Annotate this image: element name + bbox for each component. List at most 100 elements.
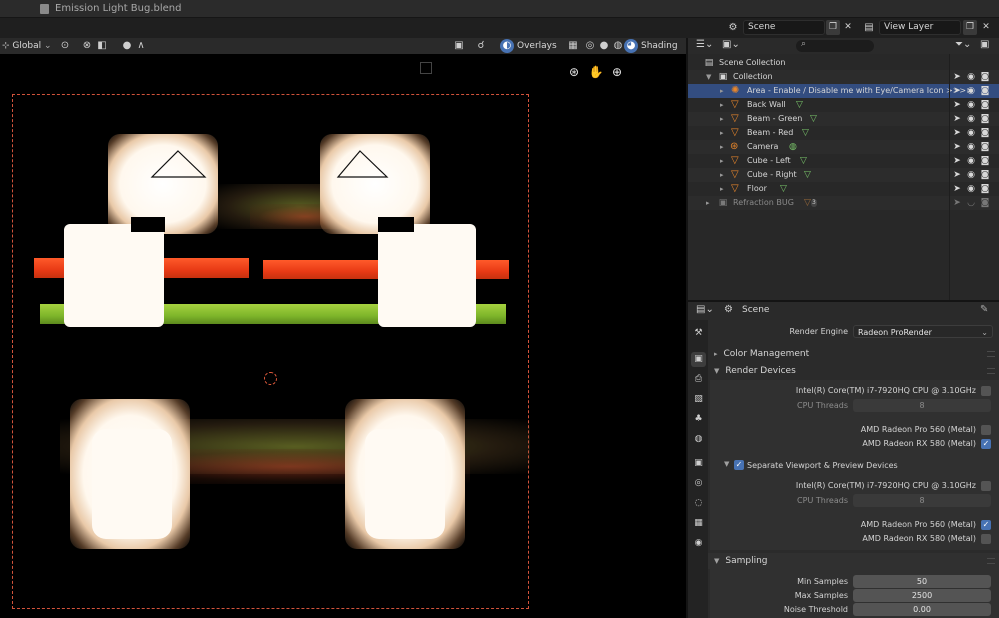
visibility-eye-icon[interactable]: ◉ bbox=[965, 126, 977, 140]
render-camera-icon[interactable]: ◙ bbox=[979, 196, 991, 210]
render-camera-icon[interactable]: ◙ bbox=[979, 168, 991, 182]
mesh-data-icon[interactable]: ▽ bbox=[802, 126, 809, 140]
outliner-item[interactable]: ▸ ✺ Area - Enable / Disable me with Eye/… bbox=[688, 84, 999, 98]
select-toggle-icon[interactable]: ➤ bbox=[951, 84, 963, 98]
render-camera-icon[interactable]: ◙ bbox=[979, 84, 991, 98]
mesh-data-icon[interactable]: ▽ bbox=[800, 154, 807, 168]
view-layer-name-field[interactable]: View Layer bbox=[879, 20, 961, 35]
select-toggle-icon[interactable]: ➤ bbox=[951, 168, 963, 182]
select-toggle-icon[interactable]: ➤ bbox=[951, 70, 963, 84]
cpu-threads-field[interactable]: 8 bbox=[853, 494, 991, 507]
expand-triangle-icon[interactable]: ▸ bbox=[720, 154, 724, 168]
visibility-eye-icon[interactable]: ◉ bbox=[965, 112, 977, 126]
collapse-triangle-icon[interactable]: ▼ bbox=[706, 70, 711, 84]
outliner-search-input[interactable]: ⌕ bbox=[796, 39, 874, 52]
expand-triangle-icon[interactable]: ▸ bbox=[720, 168, 724, 182]
object-type-visibility-icon[interactable]: ▣ bbox=[452, 39, 466, 53]
rendered-shading-icon[interactable]: ◕ bbox=[624, 39, 638, 53]
visibility-eye-icon[interactable]: ◉ bbox=[965, 168, 977, 182]
xray-toggle-icon[interactable]: ▦ bbox=[566, 39, 580, 53]
view-layer-selector-icon[interactable]: ▤ bbox=[862, 21, 876, 34]
visibility-hidden-icon[interactable]: ◡ bbox=[965, 196, 977, 210]
zoom-view-icon[interactable]: ⊕ bbox=[609, 64, 625, 80]
gpu-device-checkbox[interactable]: ✓ bbox=[981, 439, 991, 449]
render-camera-icon[interactable]: ◙ bbox=[979, 182, 991, 196]
render-camera-icon[interactable]: ◙ bbox=[979, 98, 991, 112]
output-tab-icon[interactable]: ⎙ bbox=[691, 372, 706, 387]
overlays-dropdown[interactable]: Overlays bbox=[517, 39, 557, 53]
visibility-eye-icon[interactable]: ◉ bbox=[965, 182, 977, 196]
select-toggle-icon[interactable]: ➤ bbox=[951, 98, 963, 112]
min-samples-field[interactable]: 50 bbox=[853, 575, 991, 588]
visibility-eye-icon[interactable]: ◉ bbox=[965, 98, 977, 112]
modifier-tab-icon[interactable]: ◎ bbox=[691, 476, 706, 491]
display-mode-icon[interactable]: ▣⌄ bbox=[722, 39, 740, 50]
render-camera-icon[interactable]: ◙ bbox=[979, 154, 991, 168]
camera-view-icon[interactable]: ⊛ bbox=[566, 64, 582, 80]
render-camera-icon[interactable]: ◙ bbox=[979, 70, 991, 84]
camera-lock-corner-icon[interactable] bbox=[420, 62, 432, 74]
mesh-data-icon[interactable]: ▽ bbox=[810, 112, 817, 126]
expand-triangle-icon[interactable]: ▸ bbox=[720, 140, 724, 154]
shading-dropdown[interactable]: Shading bbox=[641, 39, 678, 53]
render-camera-icon[interactable]: ◙ bbox=[979, 112, 991, 126]
color-management-panel-header[interactable]: ▸ Color Management bbox=[708, 346, 999, 362]
mesh-data-icon[interactable]: ▽ bbox=[796, 98, 803, 112]
expand-triangle-icon[interactable]: ▸ bbox=[720, 182, 724, 196]
visibility-eye-icon[interactable]: ◉ bbox=[965, 70, 977, 84]
outliner-item[interactable]: ▸ ▽ Cube - Left ▽ ➤ ◉ ◙ bbox=[688, 154, 999, 168]
cpu-threads-field[interactable]: 8 bbox=[853, 399, 991, 412]
delete-view-layer-button[interactable]: ✕ bbox=[979, 20, 993, 35]
select-toggle-icon[interactable]: ➤ bbox=[951, 140, 963, 154]
outliner-item[interactable]: ▸ ▽ Floor ▽ ➤ ◉ ◙ bbox=[688, 182, 999, 196]
noise-threshold-field[interactable]: 0.00 bbox=[853, 603, 991, 616]
outliner-collection[interactable]: ▼ ▣ Collection ➤ ◉ ◙ bbox=[688, 70, 999, 84]
3d-viewport[interactable]: ⊛ ✋ ⊕ bbox=[0, 54, 686, 618]
outliner-excluded-collection[interactable]: ▸ ▣ Refraction BUG ▽ 3 ➤ ◡ ◙ bbox=[688, 196, 999, 210]
render-engine-dropdown[interactable]: Radeon ProRender ⌄ bbox=[853, 325, 993, 338]
tool-tab-icon[interactable]: ⚒ bbox=[691, 326, 706, 341]
view-layer-tab-icon[interactable]: ▧ bbox=[691, 392, 706, 407]
scene-name-field[interactable]: Scene bbox=[743, 20, 825, 35]
proportional-edit-icon[interactable]: ● bbox=[120, 39, 134, 53]
outliner-item[interactable]: ▸ ▽ Back Wall ▽ ➤ ◉ ◙ bbox=[688, 98, 999, 112]
constraint-tab-icon[interactable]: ◉ bbox=[691, 536, 706, 551]
visibility-eye-icon[interactable]: ◉ bbox=[965, 84, 977, 98]
outliner-item[interactable]: ▸ ▽ Beam - Green ▽ ➤ ◉ ◙ bbox=[688, 112, 999, 126]
overlays-toggle-icon[interactable]: ◐ bbox=[500, 39, 514, 53]
visibility-eye-icon[interactable]: ◉ bbox=[965, 154, 977, 168]
outliner-scene-collection[interactable]: ▤ Scene Collection bbox=[688, 56, 999, 70]
sampling-panel-header[interactable]: ▼ Sampling bbox=[708, 553, 999, 569]
new-scene-button[interactable]: ❐ bbox=[826, 20, 840, 35]
object-tab-icon[interactable]: ▣ bbox=[691, 456, 706, 471]
editor-type-icon[interactable]: ☰⌄ bbox=[696, 39, 713, 50]
new-view-layer-button[interactable]: ❐ bbox=[963, 20, 977, 35]
orientation-dropdown[interactable]: ⊹ Global ⌄ bbox=[2, 39, 52, 53]
pin-icon[interactable]: ✎ bbox=[980, 304, 988, 315]
delete-scene-button[interactable]: ✕ bbox=[841, 20, 855, 35]
solid-shading-icon[interactable]: ● bbox=[597, 39, 611, 53]
outliner-item[interactable]: ▸ ▽ Beam - Red ▽ ➤ ◉ ◙ bbox=[688, 126, 999, 140]
mesh-data-icon[interactable]: ▽ bbox=[804, 168, 811, 182]
expand-triangle-icon[interactable]: ▸ bbox=[720, 112, 724, 126]
max-samples-field[interactable]: 2500 bbox=[853, 589, 991, 602]
snap-icon[interactable]: ⊗ bbox=[80, 39, 94, 53]
new-collection-icon[interactable]: ▣ bbox=[980, 39, 989, 50]
filter-icon[interactable]: ⏷⌄ bbox=[955, 39, 971, 50]
physics-tab-icon[interactable]: ◌ bbox=[691, 496, 706, 511]
gpu-device-checkbox[interactable] bbox=[981, 425, 991, 435]
gizmo-toggle-icon[interactable]: ☌ bbox=[474, 39, 488, 53]
render-camera-icon[interactable]: ◙ bbox=[979, 140, 991, 154]
pan-view-icon[interactable]: ✋ bbox=[588, 64, 604, 80]
material-preview-shading-icon[interactable]: ◍ bbox=[611, 39, 625, 53]
outliner-item[interactable]: ▸ ▽ Cube - Right ▽ ➤ ◉ ◙ bbox=[688, 168, 999, 182]
outliner-item[interactable]: ▸ ⊛ Camera ◍ ➤ ◉ ◙ bbox=[688, 140, 999, 154]
editor-type-icon[interactable]: ▤⌄ bbox=[696, 304, 714, 315]
separate-devices-checkbox[interactable]: ✓ bbox=[734, 460, 744, 470]
scene-selector-icon[interactable]: ⚙ bbox=[726, 21, 740, 34]
expand-triangle-icon[interactable]: ▸ bbox=[720, 126, 724, 140]
camera-data-icon[interactable]: ◍ bbox=[789, 140, 797, 154]
scene-tab-icon[interactable]: ♣ bbox=[691, 412, 706, 427]
snap-target-icon[interactable]: ◧ bbox=[95, 39, 109, 53]
pivot-point-icon[interactable]: ⊙ bbox=[58, 39, 72, 53]
